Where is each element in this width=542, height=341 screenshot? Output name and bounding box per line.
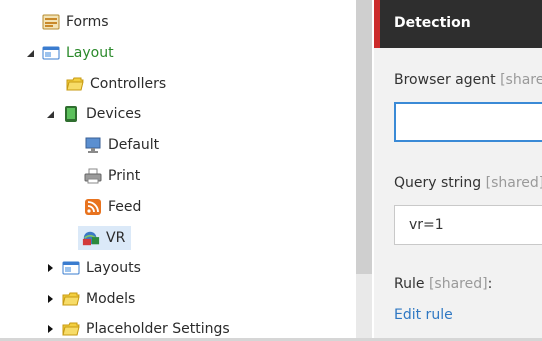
- tree-item-label: Forms: [66, 14, 109, 30]
- content-tree: Forms Layout Controllers Devices Default…: [4, 0, 356, 338]
- tree-item-placeholder-settings[interactable]: Placeholder Settings: [44, 317, 230, 338]
- tree-item-label: Models: [86, 291, 136, 307]
- tree-item-label: VR: [106, 230, 126, 246]
- section-accent-bar: [374, 0, 380, 48]
- label-suffix: :: [487, 276, 493, 292]
- tree-item-label: Print: [108, 168, 141, 184]
- folder-icon: [62, 290, 80, 308]
- tree-item-layout[interactable]: Layout: [24, 41, 114, 65]
- expander-empty: [66, 201, 78, 213]
- tree-item-label: Default: [108, 137, 160, 153]
- expander-empty: [66, 139, 78, 151]
- shared-marker: [shared]: [500, 72, 542, 88]
- tree-item-label: Controllers: [90, 76, 167, 92]
- section-header[interactable]: Detection: [374, 0, 542, 48]
- expander-empty: [66, 170, 78, 182]
- devices-icon: [62, 105, 80, 123]
- layout-icon: [42, 44, 60, 62]
- shared-marker: [shared]: [485, 175, 542, 191]
- vr-icon: [82, 229, 100, 247]
- expander-empty: [24, 16, 36, 28]
- content-editor-window: Forms Layout Controllers Devices Default…: [0, 0, 542, 341]
- field-label-text: Browser agent: [394, 72, 496, 88]
- item-detail-panel: Detection Browser agent [shared] Query s…: [374, 0, 542, 338]
- monitor-icon: [84, 136, 102, 154]
- collapsed-triangle-icon[interactable]: [44, 293, 56, 305]
- printer-icon: [84, 167, 102, 185]
- rule-label: Rule [shared]:: [394, 276, 492, 292]
- field-label-text: Query string: [394, 175, 482, 191]
- tree-item-default[interactable]: Default: [66, 133, 159, 157]
- rss-icon: [84, 198, 102, 216]
- tree-item-label: Devices: [86, 106, 142, 122]
- tree-item-vr[interactable]: VR: [78, 226, 132, 250]
- shared-marker: [shared]: [428, 276, 488, 292]
- tree-item-layouts[interactable]: Layouts: [44, 256, 141, 280]
- edit-rule-link[interactable]: Edit rule: [394, 307, 453, 323]
- collapsed-triangle-icon[interactable]: [44, 323, 56, 335]
- browser-agent-input[interactable]: [394, 102, 542, 142]
- browser-agent-label: Browser agent [shared]: [394, 72, 542, 88]
- collapsed-triangle-icon[interactable]: [44, 262, 56, 274]
- query-string-input[interactable]: [394, 205, 542, 245]
- section-title: Detection: [394, 15, 471, 31]
- tree-item-label: Layout: [66, 45, 114, 61]
- tree-item-feed[interactable]: Feed: [66, 195, 141, 219]
- scrollbar-thumb[interactable]: [356, 0, 372, 274]
- field-label-text: Rule: [394, 276, 425, 292]
- tree-item-label: Placeholder Settings: [86, 321, 230, 337]
- tree-item-devices[interactable]: Devices: [44, 102, 141, 126]
- expanded-triangle-icon[interactable]: [24, 47, 36, 59]
- tree-item-print[interactable]: Print: [66, 164, 140, 188]
- expander-empty: [48, 78, 60, 90]
- layouts-icon: [62, 259, 80, 277]
- folder-icon: [66, 75, 84, 93]
- tree-item-label: Feed: [108, 199, 142, 215]
- tree-item-models[interactable]: Models: [44, 287, 135, 311]
- folder-icon: [62, 320, 80, 338]
- expanded-triangle-icon[interactable]: [44, 108, 56, 120]
- forms-icon: [42, 13, 60, 31]
- query-string-label: Query string [shared]: [394, 175, 542, 191]
- tree-item-label: Layouts: [86, 260, 141, 276]
- tree-item-forms[interactable]: Forms: [24, 10, 109, 34]
- tree-item-controllers[interactable]: Controllers: [48, 72, 166, 96]
- tree-scrollbar[interactable]: [356, 0, 372, 338]
